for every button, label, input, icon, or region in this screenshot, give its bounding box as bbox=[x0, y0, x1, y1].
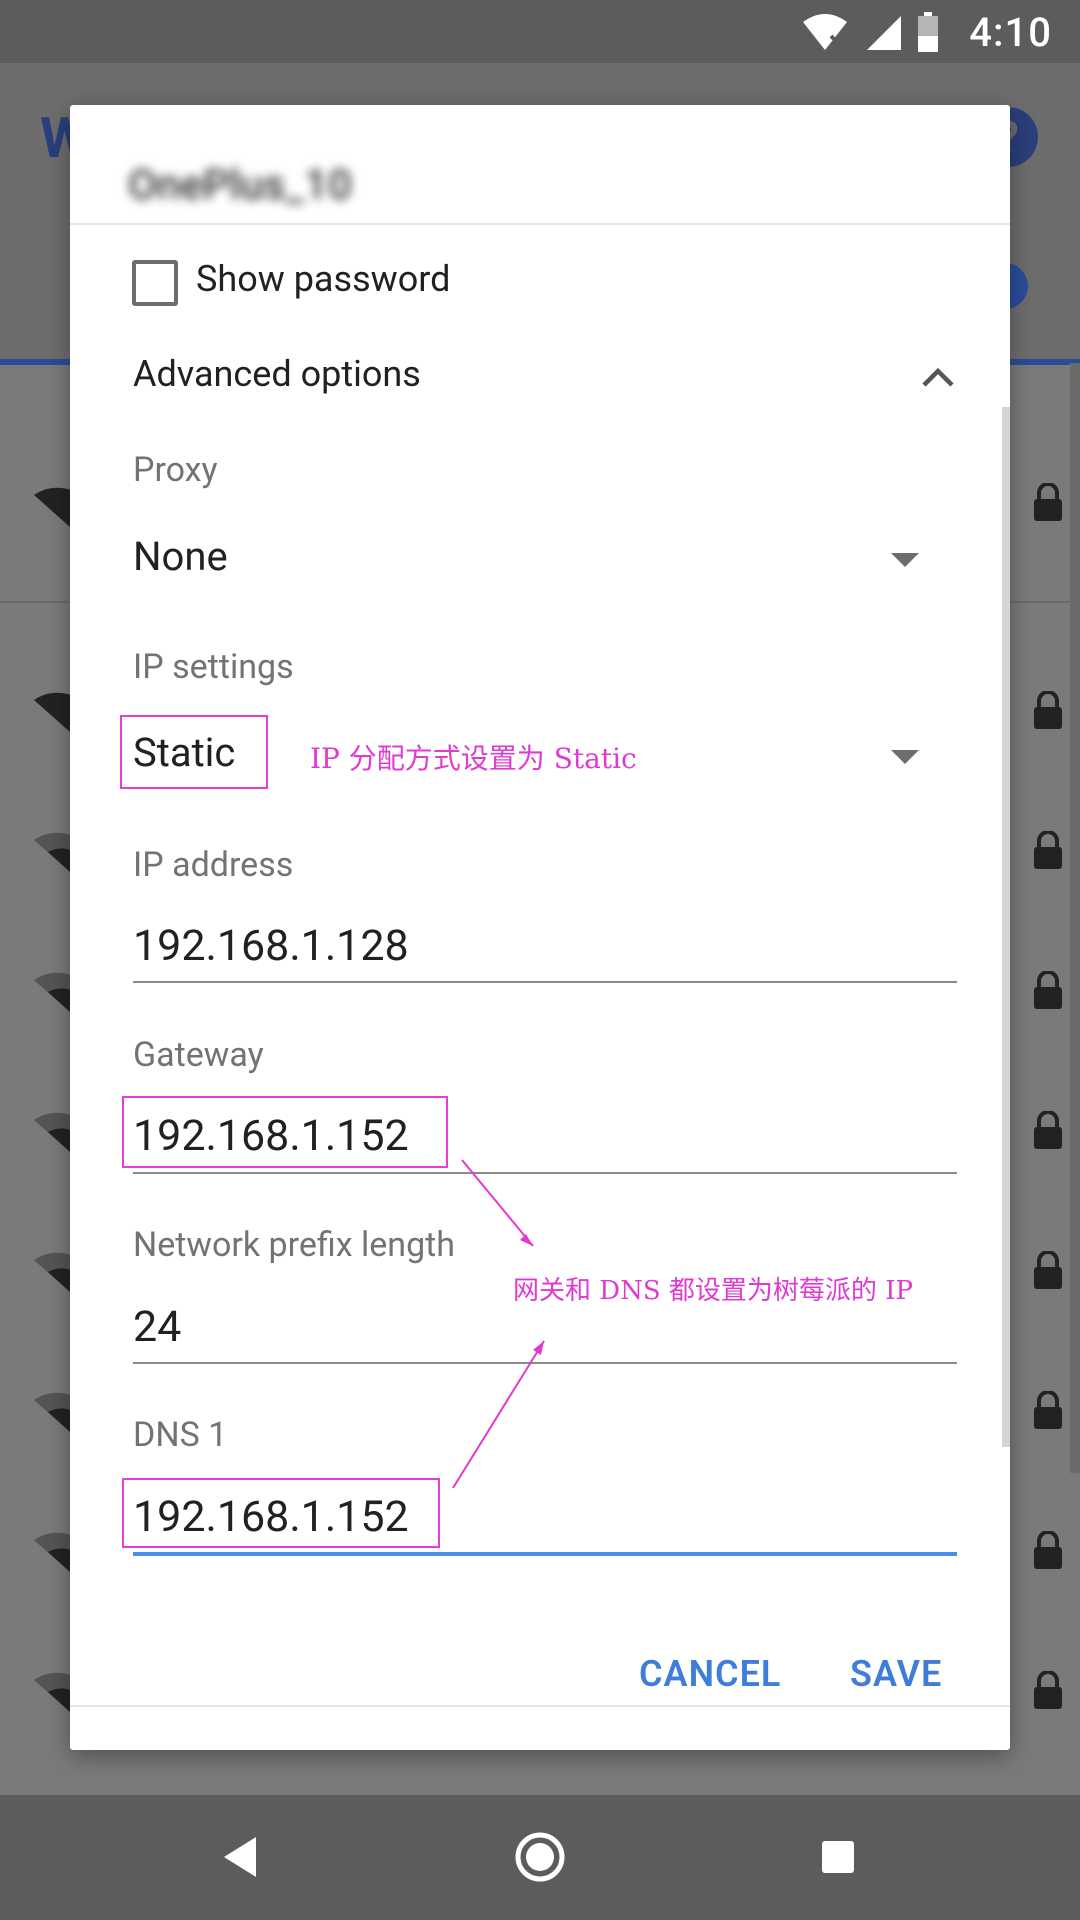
lock-icon bbox=[1034, 971, 1062, 1009]
status-bar: 4:10 bbox=[0, 0, 1080, 63]
advanced-options-label[interactable]: Advanced options bbox=[133, 353, 421, 395]
static-highlight-box bbox=[120, 715, 268, 789]
show-password-label[interactable]: Show password bbox=[196, 258, 450, 300]
navigation-bar bbox=[0, 1795, 1080, 1920]
recents-button[interactable] bbox=[806, 1825, 870, 1889]
lock-icon bbox=[1034, 831, 1062, 869]
proxy-select[interactable]: None bbox=[133, 533, 228, 580]
dropdown-caret-icon[interactable] bbox=[891, 750, 919, 764]
back-button[interactable] bbox=[208, 1825, 272, 1889]
cancel-button[interactable]: CANCEL bbox=[639, 1653, 781, 1695]
lock-icon bbox=[1034, 483, 1062, 521]
lock-icon bbox=[1034, 1111, 1062, 1149]
status-time: 4:10 bbox=[969, 8, 1052, 56]
home-button[interactable] bbox=[508, 1825, 572, 1889]
header-divider bbox=[70, 223, 1010, 225]
dropdown-caret-icon[interactable] bbox=[891, 553, 919, 567]
prefix-length-label: Network prefix length bbox=[133, 1225, 456, 1265]
footer-divider bbox=[70, 1705, 1010, 1707]
gateway-underline bbox=[133, 1172, 957, 1174]
dns1-underline bbox=[133, 1552, 957, 1556]
proxy-label: Proxy bbox=[133, 450, 218, 490]
lock-icon bbox=[1034, 1531, 1062, 1569]
network-name-title: OnePlus_10 bbox=[128, 161, 352, 210]
home-icon bbox=[515, 1832, 565, 1882]
gateway-label: Gateway bbox=[133, 1035, 264, 1075]
signal-icon bbox=[867, 16, 902, 50]
lock-icon bbox=[1034, 691, 1062, 729]
ip-address-field[interactable]: 192.168.1.128 bbox=[133, 921, 409, 971]
dns1-label: DNS 1 bbox=[133, 1415, 228, 1455]
ip-address-label: IP address bbox=[133, 845, 294, 885]
battery-icon bbox=[918, 12, 939, 52]
ip-address-underline bbox=[133, 981, 957, 983]
prefix-length-field[interactable]: 24 bbox=[133, 1302, 181, 1352]
prefix-length-underline bbox=[133, 1362, 957, 1364]
wifi-icon bbox=[803, 14, 848, 50]
ip-settings-label: IP settings bbox=[133, 647, 294, 687]
save-button[interactable]: SAVE bbox=[850, 1653, 942, 1695]
show-password-checkbox[interactable] bbox=[132, 260, 178, 306]
gateway-highlight-box bbox=[122, 1096, 448, 1168]
status-icons: 4:10 bbox=[801, 9, 1052, 56]
gateway-dns-annotation: 网关和 DNS 都设置为树莓派的 IP bbox=[513, 1276, 913, 1306]
lock-icon bbox=[1034, 1251, 1062, 1289]
lock-icon bbox=[1034, 1391, 1062, 1429]
dns1-highlight-box bbox=[122, 1478, 440, 1548]
back-icon bbox=[224, 1837, 256, 1877]
dialog-scrollbar[interactable] bbox=[1002, 407, 1010, 1447]
background-scrollbar bbox=[1070, 363, 1080, 1473]
chevron-up-icon[interactable] bbox=[918, 357, 958, 397]
ip-mode-annotation: IP 分配方式设置为 Static bbox=[310, 742, 637, 775]
recents-icon bbox=[822, 1841, 854, 1873]
lock-icon bbox=[1034, 1671, 1062, 1709]
